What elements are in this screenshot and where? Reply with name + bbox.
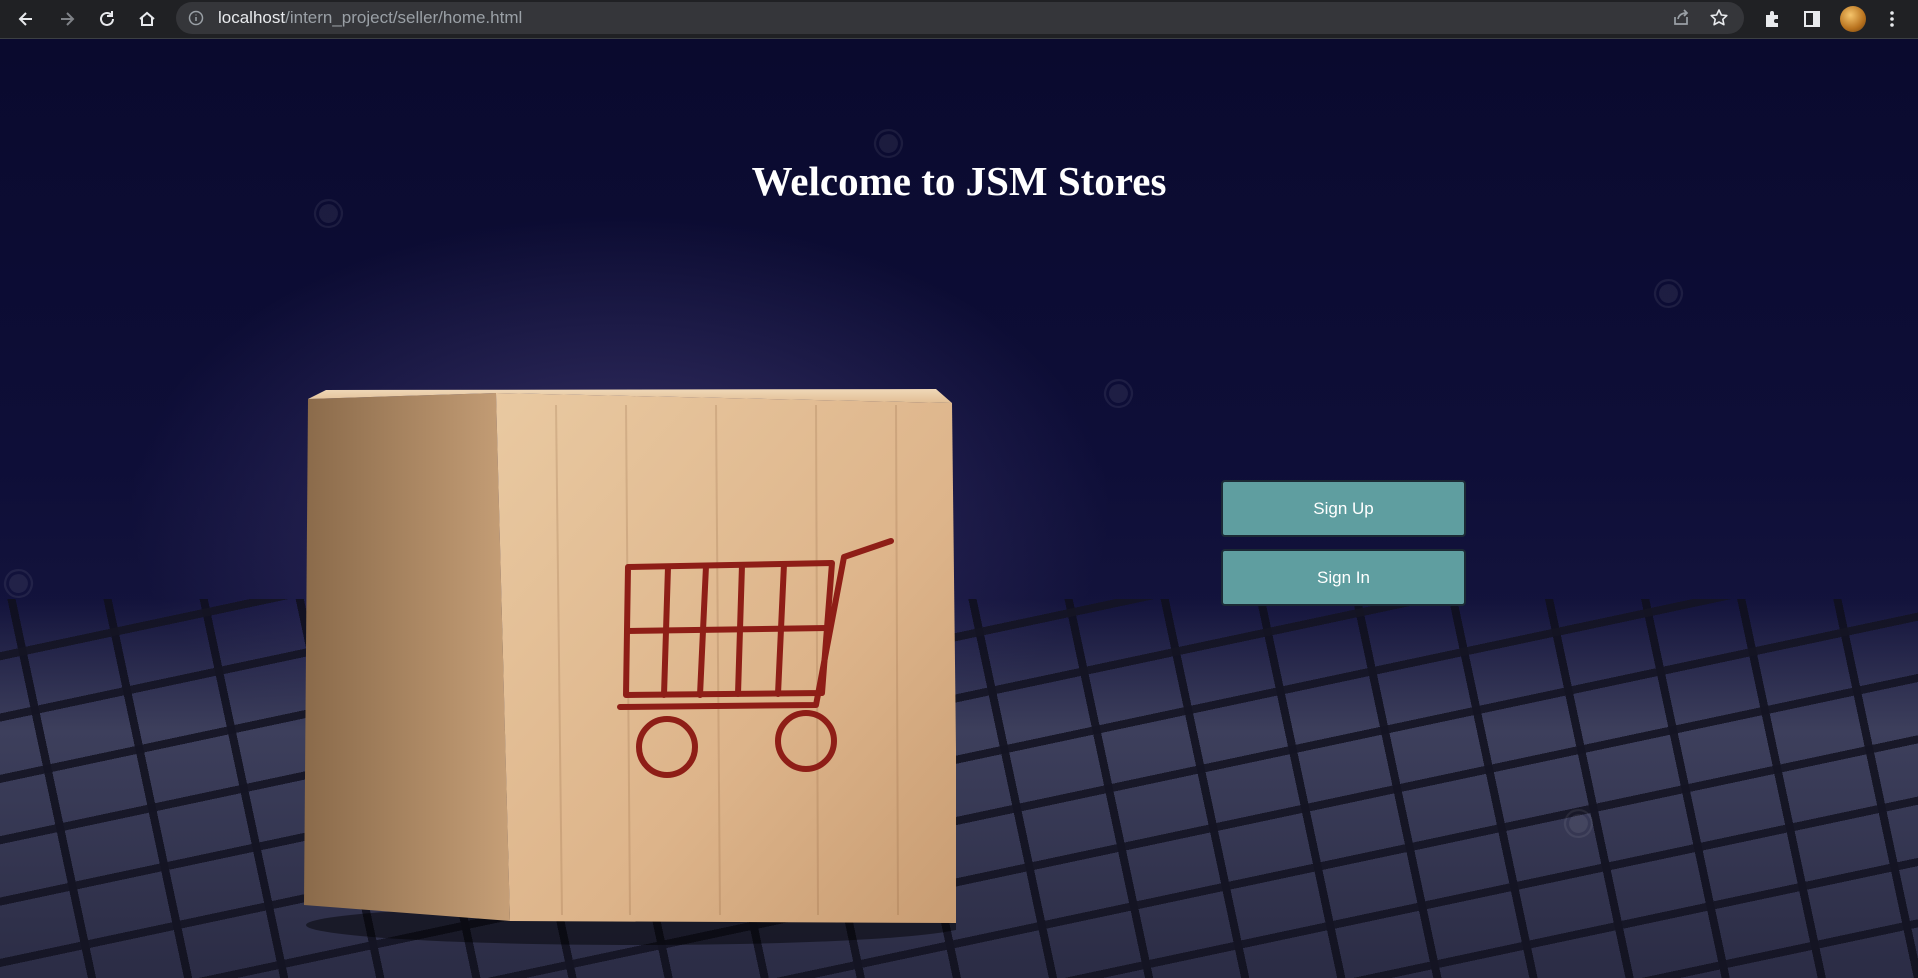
- browser-toolbar: localhost/intern_project/seller/home.htm…: [0, 0, 1918, 39]
- cart-cube-image: [304, 389, 956, 945]
- url-text[interactable]: localhost/intern_project/seller/home.htm…: [218, 2, 522, 34]
- watermark: ◉: [1089, 363, 1144, 419]
- address-bar[interactable]: localhost/intern_project/seller/home.htm…: [176, 2, 1744, 34]
- reload-icon[interactable]: [93, 5, 121, 33]
- info-icon[interactable]: [188, 10, 204, 31]
- share-icon[interactable]: [1670, 7, 1692, 34]
- sign-up-button[interactable]: Sign Up: [1221, 480, 1466, 537]
- keyboard-background: [0, 599, 1918, 978]
- url-host: localhost: [218, 8, 286, 27]
- avatar[interactable]: [1840, 6, 1866, 32]
- home-icon[interactable]: [133, 5, 161, 33]
- menu-icon[interactable]: [1878, 5, 1906, 33]
- watermark: ◉: [1639, 263, 1694, 319]
- forward-icon[interactable]: [53, 5, 81, 33]
- back-icon[interactable]: [12, 5, 40, 33]
- sign-in-button[interactable]: Sign In: [1221, 549, 1466, 606]
- page-viewport: ◉ ◉ ◉ ◉ ◉ ◉ Welcome to JSM Stores Sign U…: [0, 39, 1918, 978]
- extensions-icon[interactable]: [1758, 5, 1786, 33]
- side-panel-icon[interactable]: [1798, 5, 1826, 33]
- star-icon[interactable]: [1708, 7, 1730, 34]
- page-title: Welcome to JSM Stores: [751, 158, 1167, 204]
- url-path: /intern_project/seller/home.html: [285, 8, 523, 27]
